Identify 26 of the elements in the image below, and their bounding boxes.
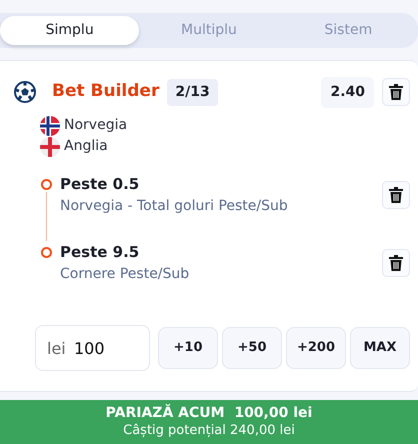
trash-icon xyxy=(389,255,403,271)
currency-label: lei xyxy=(47,338,66,360)
football-icon xyxy=(14,81,36,103)
trash-icon xyxy=(389,84,403,100)
market-name: Cornere Peste/Sub xyxy=(60,264,190,284)
team-name: Anglia xyxy=(64,137,108,156)
delete-button[interactable] xyxy=(382,181,410,209)
quick-stake-button[interactable]: MAX xyxy=(350,327,410,369)
bet-title: Bet Builder xyxy=(52,80,160,104)
quick-stake-button[interactable]: +10 xyxy=(158,327,218,369)
selection-pick: Peste 9.5 xyxy=(60,242,140,263)
selection-count: 2/13 xyxy=(167,78,218,106)
odds-value: 2.40 xyxy=(321,76,374,108)
selection-pick: Peste 0.5 xyxy=(60,174,140,195)
flag-icon xyxy=(40,136,60,156)
tab[interactable]: Simplu xyxy=(0,16,140,45)
timeline-dot xyxy=(40,179,52,190)
quick-stake-button[interactable]: +200 xyxy=(286,327,346,369)
quick-stake-button[interactable]: +50 xyxy=(222,327,282,369)
team-name: Norvegia xyxy=(64,116,128,135)
timeline-dot xyxy=(40,247,52,258)
trash-icon xyxy=(389,187,403,203)
flag-icon xyxy=(40,116,60,136)
delete-button[interactable] xyxy=(382,78,410,106)
market-name: Norvegia - Total goluri Peste/Sub xyxy=(60,196,288,216)
delete-button[interactable] xyxy=(382,249,410,277)
